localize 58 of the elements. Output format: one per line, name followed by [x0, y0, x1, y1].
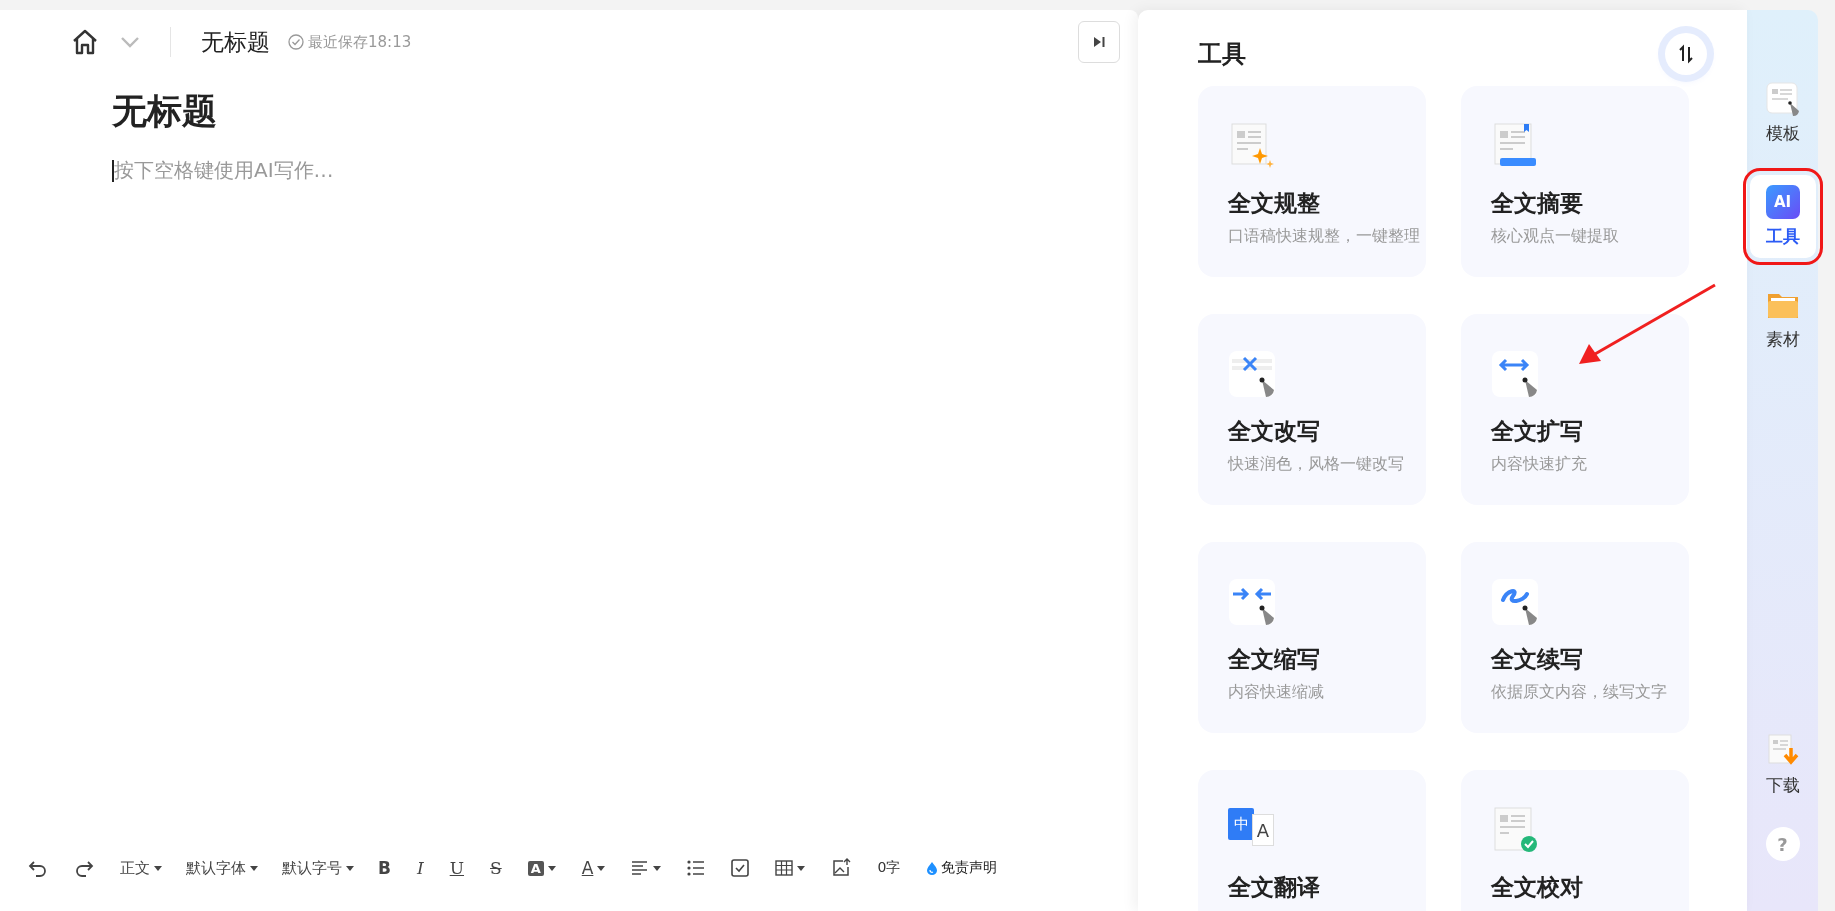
panel-title: 工具: [1198, 39, 1246, 70]
style-dropdown[interactable]: 默认字号: [282, 852, 354, 884]
tool-card-description: 核心观点一键提取: [1491, 225, 1620, 247]
tool-card-title: 全文摘要: [1491, 190, 1584, 218]
tool-card-title: 全文规整: [1228, 190, 1321, 218]
tool-card[interactable]: 全文扩写 内容快速扩充: [1461, 314, 1689, 505]
tool-card-description: 内容快速扩充: [1491, 453, 1588, 475]
double-arrow-pen-icon: [1491, 350, 1539, 398]
cross-pen-icon: [1228, 350, 1276, 398]
tool-card-title: 全文改写: [1228, 418, 1321, 446]
document-name: 无标题: [201, 27, 270, 57]
tool-card-description: 快速润色，风格一键改写: [1228, 453, 1405, 475]
tool-card[interactable]: 全文缩写 内容快速缩减: [1198, 542, 1426, 733]
sidebar-item[interactable]: 模板: [1749, 72, 1816, 155]
highlight-button[interactable]: A: [527, 852, 556, 884]
sidebar-label: 工具: [1765, 225, 1800, 248]
tool-card[interactable]: 全文续写 依据原文内容，续写文字: [1461, 542, 1689, 733]
converging-arrows-pen-icon: [1228, 578, 1276, 626]
tool-card[interactable]: 全文摘要 核心观点一键提取: [1461, 86, 1689, 277]
document-title[interactable]: 无标题: [112, 88, 1138, 135]
table-grid-icon: [775, 860, 794, 876]
tool-card-description: 内容快速缩减: [1228, 681, 1325, 703]
sidebar-item[interactable]: 素材: [1749, 278, 1816, 361]
tool-card[interactable]: 全文规整 口语稿快速规整，一键整理: [1198, 86, 1426, 277]
style-dropdown[interactable]: 默认字体: [186, 852, 258, 884]
italic-button[interactable]: I: [416, 852, 424, 884]
collapse-panel-button[interactable]: [1078, 21, 1120, 63]
word-count: 0字: [877, 858, 901, 877]
tool-card-title: 全文缩写: [1228, 646, 1321, 674]
collapse-icon: [1092, 35, 1106, 49]
ai-icon: AI: [1765, 185, 1800, 219]
bold-button[interactable]: B: [378, 852, 391, 884]
tool-card-title: 全文续写: [1491, 646, 1584, 674]
style-dropdown[interactable]: 正文: [120, 852, 162, 884]
document-sparkle-icon: [1228, 122, 1276, 170]
font-color-button[interactable]: A: [581, 852, 606, 884]
save-status: 最近保存18:13: [308, 32, 412, 52]
template-icon: [1765, 82, 1800, 116]
disclaimer-link[interactable]: 免责声明: [926, 852, 998, 884]
tool-card-description: 口语稿快速规整，一键整理: [1228, 225, 1421, 247]
tool-card-title: 全文扩写: [1491, 418, 1584, 446]
tool-card[interactable]: 全文校对: [1461, 770, 1689, 911]
align-icon: [631, 860, 650, 876]
sidebar-label: 模板: [1765, 122, 1800, 145]
check-circle-icon: [288, 34, 304, 50]
tool-card-description: 依据原文内容，续写文字: [1491, 681, 1668, 703]
document-check-icon: [1491, 806, 1539, 854]
tool-card[interactable]: 中 A 全文翻译: [1198, 770, 1426, 911]
squiggle-pen-icon: [1491, 578, 1539, 626]
sidebar-item[interactable]: 下载: [1749, 724, 1816, 807]
strikethrough-button[interactable]: S: [490, 852, 502, 884]
drop-icon: [926, 861, 939, 875]
sidebar-label: 下载: [1765, 774, 1800, 797]
tool-card[interactable]: 全文改写 快速润色，风格一键改写: [1198, 314, 1426, 505]
sidebar-label: 素材: [1765, 328, 1800, 351]
tool-card-title: 全文翻译: [1228, 874, 1321, 902]
tool-card-title: 全文校对: [1491, 874, 1584, 902]
underline-button[interactable]: U: [449, 852, 464, 884]
